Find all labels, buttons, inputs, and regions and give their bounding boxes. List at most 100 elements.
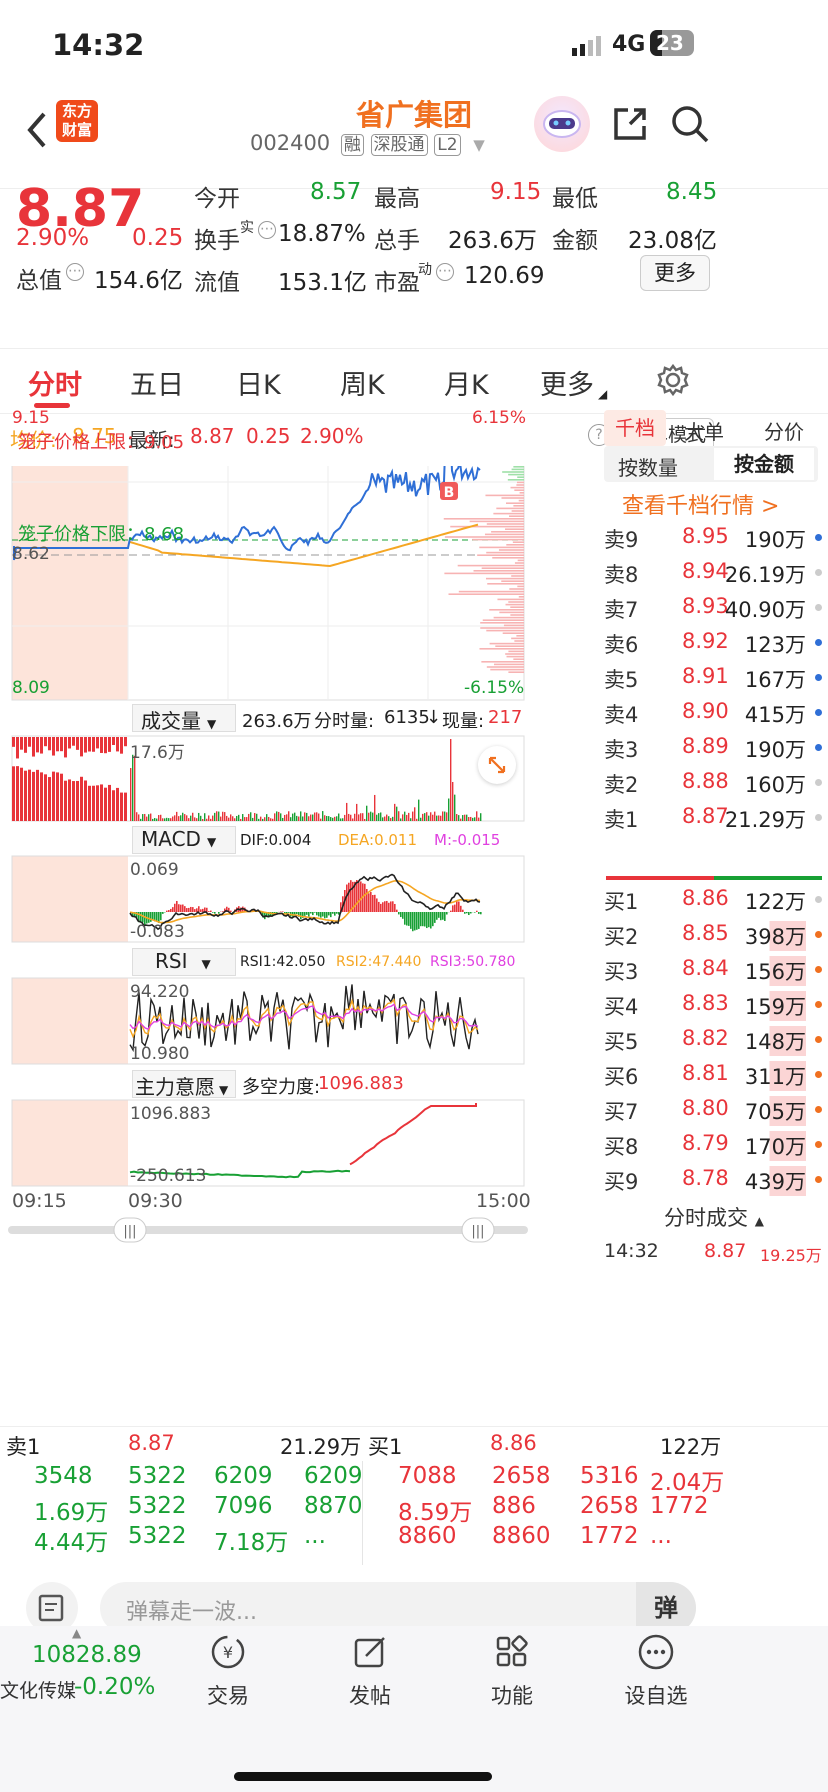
queue-buy-cell: 886 xyxy=(492,1493,536,1519)
tab-big-order[interactable]: 大单 xyxy=(684,416,724,445)
time-label-start: 09:15 xyxy=(12,1190,67,1212)
volume-bar xyxy=(178,816,180,821)
level-price: 8.84 xyxy=(682,956,729,980)
bid-row[interactable]: 买8 8.79 170万 xyxy=(600,1125,828,1165)
bid-row[interactable]: 买4 8.83 159万 xyxy=(600,985,828,1025)
tab-qiandang[interactable]: 千档 xyxy=(604,410,666,446)
function-nav-button[interactable]: 功能 xyxy=(480,1626,544,1716)
depth-bar xyxy=(505,603,524,606)
macd-bar xyxy=(282,911,284,912)
level-price: 8.93 xyxy=(682,594,729,618)
ask-row[interactable]: 卖3 8.89 190万 xyxy=(600,728,828,768)
bid-row[interactable]: 买7 8.80 705万 xyxy=(600,1090,828,1130)
volume-bar xyxy=(310,814,312,821)
depth-bar xyxy=(518,596,524,598)
volume-bar xyxy=(224,812,226,821)
bid-row[interactable]: 买2 8.85 398万 xyxy=(600,915,828,955)
tab-daily-k[interactable]: 日K xyxy=(236,363,281,402)
volume-indicator-select[interactable]: 成交量 ▼ xyxy=(132,704,236,733)
intraday-chart[interactable]: B ||| ||| 9.15 笼子价格上限：9.05 笼子价格下限：8.68 8… xyxy=(0,408,600,1406)
share-icon[interactable] xyxy=(610,104,650,144)
depth-bar xyxy=(486,523,524,525)
volume-bar xyxy=(450,739,452,821)
macd-bar xyxy=(436,912,438,920)
tab-more[interactable]: 更多 xyxy=(540,363,594,402)
trade-nav-button[interactable]: ¥ 交易 xyxy=(196,1626,260,1716)
edit-icon xyxy=(354,1637,385,1668)
ask-row[interactable]: 卖9 8.95 190万 xyxy=(600,518,828,558)
settings-icon[interactable] xyxy=(656,363,690,397)
volume-bar xyxy=(210,818,212,821)
ask-row[interactable]: 卖1 8.87 21.29万 xyxy=(600,798,828,838)
ask-row[interactable]: 卖8 8.94 26.19万 xyxy=(600,553,828,593)
bid-row[interactable]: 买5 8.82 148万 xyxy=(600,1020,828,1060)
expand-icon[interactable] xyxy=(478,746,516,784)
volume-bar xyxy=(404,811,406,821)
index-value[interactable]: 10828.89 xyxy=(32,1642,142,1668)
queue-buy-cell: 2658 xyxy=(492,1463,551,1489)
bid-row[interactable]: 买3 8.84 156万 xyxy=(600,950,828,990)
by-quantity-button[interactable]: 按数量 xyxy=(618,452,678,481)
queue-sell-cell: 1.69万 xyxy=(34,1500,109,1526)
level-dot xyxy=(815,744,822,751)
volume-bar xyxy=(218,811,220,821)
info-icon[interactable]: ⋯ xyxy=(66,263,84,281)
volume-bar xyxy=(120,792,123,821)
rsi-indicator-select[interactable]: RSI ▼ xyxy=(132,948,236,976)
volume-bar xyxy=(468,817,470,821)
volume-bar xyxy=(214,812,216,821)
ask-row[interactable]: 卖7 8.93 40.90万 xyxy=(600,588,828,628)
ask-row[interactable]: 卖2 8.88 160万 xyxy=(600,763,828,803)
bid-row[interactable]: 买9 8.78 439万 xyxy=(600,1160,828,1200)
mcap-label: 总值 xyxy=(16,268,62,294)
depth-bar xyxy=(473,570,524,572)
volume-bar xyxy=(362,813,364,821)
volume-bar xyxy=(104,787,107,821)
volume-bar xyxy=(146,816,148,821)
volume-bar xyxy=(108,737,111,752)
volume-bar xyxy=(176,811,178,821)
macd-bar xyxy=(196,908,198,912)
volume-bar xyxy=(336,816,338,821)
bid-row[interactable]: 买1 8.86 122万 xyxy=(600,880,828,920)
macd-bar xyxy=(386,900,388,912)
ask-row[interactable]: 卖5 8.91 167万 xyxy=(600,658,828,698)
info-icon[interactable]: ⋯ xyxy=(258,221,276,239)
level-label: 买9 xyxy=(604,1170,639,1194)
queue-buy-label: 买1 xyxy=(368,1435,403,1459)
volume-bar xyxy=(104,737,107,754)
queue-buy-cell: ... xyxy=(650,1523,672,1549)
search-icon[interactable] xyxy=(670,104,710,144)
post-nav-button[interactable]: 发帖 xyxy=(338,1626,402,1716)
ask-row[interactable]: 卖6 8.92 123万 xyxy=(600,623,828,663)
tab-five-day[interactable]: 五日 xyxy=(130,363,184,402)
macd-bar xyxy=(398,912,400,915)
watchlist-nav-button[interactable]: 设自选 xyxy=(614,1626,698,1716)
tab-weekly-k[interactable]: 周K xyxy=(340,363,385,402)
level-volume: 190万 xyxy=(744,738,806,762)
tab-intraday[interactable]: 分时 xyxy=(28,363,82,402)
prev-close-label: 8.62 xyxy=(12,544,50,564)
queue-sell-cell: 6209 xyxy=(214,1463,273,1489)
queue-sell-cell: 7096 xyxy=(214,1493,273,1519)
stock-code-row[interactable]: 002400 融 深股通 L2 ▼ xyxy=(250,130,485,160)
macd-header: MACD ▼ DIF:0.004 DEA:0.011 M:-0.015 xyxy=(132,826,532,854)
depth-bar xyxy=(516,481,524,484)
ask-row[interactable]: 卖4 8.90 415万 xyxy=(600,693,828,733)
tab-price-split[interactable]: 分价 xyxy=(764,416,804,445)
robot-assistant-icon[interactable] xyxy=(534,96,590,152)
zlyy-indicator-select[interactable]: 主力意愿 ▼ xyxy=(132,1070,236,1099)
macd-bar xyxy=(424,912,426,927)
by-amount-button[interactable]: 按金额 xyxy=(714,448,814,480)
tab-monthly-k[interactable]: 月K xyxy=(444,363,489,402)
level-price: 8.83 xyxy=(682,991,729,1015)
more-button[interactable]: 更多 xyxy=(640,255,710,291)
level-volume: 156万 xyxy=(744,956,806,986)
info-icon[interactable]: ⋯ xyxy=(436,263,454,281)
volume-bar xyxy=(44,774,47,821)
bid-row[interactable]: 买6 8.81 311万 xyxy=(600,1055,828,1095)
macd-indicator-select[interactable]: MACD ▼ xyxy=(132,826,236,854)
trade-title[interactable]: 分时成交 ▲ xyxy=(600,1202,828,1234)
view-depth-link[interactable]: 查看千档行情 > xyxy=(622,488,779,520)
index-name[interactable]: 文化传媒 xyxy=(0,1676,76,1703)
